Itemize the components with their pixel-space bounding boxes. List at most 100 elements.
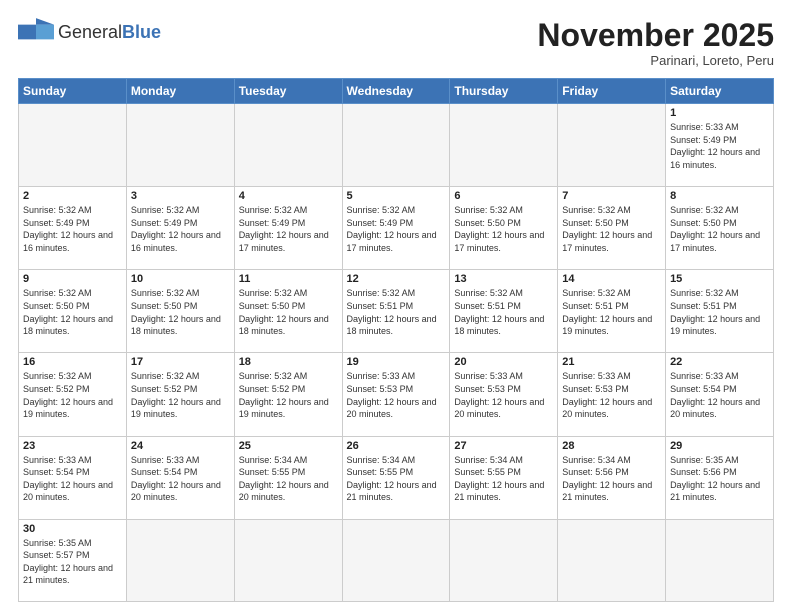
calendar-cell	[234, 104, 342, 187]
calendar-cell	[558, 104, 666, 187]
day-number: 6	[454, 190, 553, 202]
day-number: 14	[562, 273, 661, 285]
week-row-2: 2 Sunrise: 5:32 AM Sunset: 5:49 PM Daylig…	[19, 187, 774, 270]
day-info: Sunrise: 5:32 AM Sunset: 5:51 PM Dayligh…	[670, 287, 769, 337]
calendar-cell: 4Sunrise: 5:32 AM Sunset: 5:49 PM Daylig…	[234, 187, 342, 270]
weekday-header-saturday: Saturday	[666, 79, 774, 104]
day-number: 9	[23, 273, 122, 285]
day-number: 17	[131, 356, 230, 368]
day-number: 30	[23, 523, 122, 535]
calendar-cell: 21 Sunrise: 5:33 AM Sunset: 5:53 PM Dayli…	[558, 353, 666, 436]
day-info: Sunrise: 5:32 AM Sunset: 5:52 PM Dayligh…	[239, 370, 338, 420]
calendar-cell: 25 Sunrise: 5:34 AM Sunset: 5:55 PM Dayli…	[234, 436, 342, 519]
day-info: Sunrise: 5:34 AM Sunset: 5:55 PM Dayligh…	[454, 454, 553, 504]
day-info: Sunrise: 5:32 AM Sunset: 5:50 PM Dayligh…	[562, 204, 661, 254]
day-info: Sunrise: 5:32 AM Sunset: 5:49 PM Dayligh…	[131, 204, 230, 254]
day-info: Sunrise: 5:32 AM Sunset: 5:51 PM Dayligh…	[347, 287, 446, 337]
logo-text: GeneralBlue	[58, 22, 161, 43]
day-number: 5	[347, 190, 446, 202]
day-info: Sunrise: 5:32 AM Sunset: 5:51 PM Dayligh…	[562, 287, 661, 337]
calendar-cell: 30Sunrise: 5:35 AM Sunset: 5:57 PM Dayli…	[19, 519, 127, 601]
day-number: 1	[670, 107, 769, 119]
day-number: 24	[131, 440, 230, 452]
weekday-header-sunday: Sunday	[19, 79, 127, 104]
day-info: Sunrise: 5:32 AM Sunset: 5:52 PM Dayligh…	[23, 370, 122, 420]
day-number: 18	[239, 356, 338, 368]
day-info: Sunrise: 5:33 AM Sunset: 5:53 PM Dayligh…	[562, 370, 661, 420]
weekday-header-tuesday: Tuesday	[234, 79, 342, 104]
day-number: 20	[454, 356, 553, 368]
day-number: 28	[562, 440, 661, 452]
day-number: 7	[562, 190, 661, 202]
day-info: Sunrise: 5:32 AM Sunset: 5:51 PM Dayligh…	[454, 287, 553, 337]
day-info: Sunrise: 5:34 AM Sunset: 5:55 PM Dayligh…	[347, 454, 446, 504]
weekday-header-row: SundayMondayTuesdayWednesdayThursdayFrid…	[19, 79, 774, 104]
weekday-header-monday: Monday	[126, 79, 234, 104]
calendar-cell: 16 Sunrise: 5:32 AM Sunset: 5:52 PM Dayli…	[19, 353, 127, 436]
day-info: Sunrise: 5:34 AM Sunset: 5:55 PM Dayligh…	[239, 454, 338, 504]
calendar-cell: 2Sunrise: 5:32 AM Sunset: 5:49 PM Daylig…	[19, 187, 127, 270]
calendar-cell: 22Sunrise: 5:33 AM Sunset: 5:54 PM Dayli…	[666, 353, 774, 436]
calendar-cell: 24 Sunrise: 5:33 AM Sunset: 5:54 PM Dayli…	[126, 436, 234, 519]
calendar-cell	[126, 519, 234, 601]
day-number: 29	[670, 440, 769, 452]
day-info: Sunrise: 5:32 AM Sunset: 5:50 PM Dayligh…	[454, 204, 553, 254]
week-row-1: 1Sunrise: 5:33 AM Sunset: 5:49 PM Daylig…	[19, 104, 774, 187]
day-number: 23	[23, 440, 122, 452]
weekday-header-friday: Friday	[558, 79, 666, 104]
calendar-cell: 1Sunrise: 5:33 AM Sunset: 5:49 PM Daylig…	[666, 104, 774, 187]
day-number: 13	[454, 273, 553, 285]
calendar-cell: 15 Sunrise: 5:32 AM Sunset: 5:51 PM Dayli…	[666, 270, 774, 353]
day-info: Sunrise: 5:32 AM Sunset: 5:49 PM Dayligh…	[239, 204, 338, 254]
day-number: 27	[454, 440, 553, 452]
calendar-cell: 14 Sunrise: 5:32 AM Sunset: 5:51 PM Dayli…	[558, 270, 666, 353]
day-number: 15	[670, 273, 769, 285]
day-info: Sunrise: 5:33 AM Sunset: 5:53 PM Dayligh…	[454, 370, 553, 420]
day-info: Sunrise: 5:34 AM Sunset: 5:56 PM Dayligh…	[562, 454, 661, 504]
day-number: 16	[23, 356, 122, 368]
day-number: 21	[562, 356, 661, 368]
calendar-cell: 12 Sunrise: 5:32 AM Sunset: 5:51 PM Dayli…	[342, 270, 450, 353]
calendar-cell: 23Sunrise: 5:33 AM Sunset: 5:54 PM Dayli…	[19, 436, 127, 519]
calendar-cell	[126, 104, 234, 187]
calendar-cell: 19Sunrise: 5:33 AM Sunset: 5:53 PM Dayli…	[342, 353, 450, 436]
location-subtitle: Parinari, Loreto, Peru	[537, 53, 774, 68]
day-number: 12	[347, 273, 446, 285]
day-info: Sunrise: 5:32 AM Sunset: 5:50 PM Dayligh…	[670, 204, 769, 254]
calendar-cell	[666, 519, 774, 601]
calendar-cell: 13 Sunrise: 5:32 AM Sunset: 5:51 PM Dayli…	[450, 270, 558, 353]
day-number: 2	[23, 190, 122, 202]
calendar-cell	[234, 519, 342, 601]
day-number: 26	[347, 440, 446, 452]
day-number: 22	[670, 356, 769, 368]
calendar-table: SundayMondayTuesdayWednesdayThursdayFrid…	[18, 78, 774, 602]
day-info: Sunrise: 5:32 AM Sunset: 5:50 PM Dayligh…	[239, 287, 338, 337]
calendar-cell	[450, 104, 558, 187]
calendar-cell	[450, 519, 558, 601]
day-info: Sunrise: 5:33 AM Sunset: 5:53 PM Dayligh…	[347, 370, 446, 420]
calendar-cell: 18 Sunrise: 5:32 AM Sunset: 5:52 PM Dayli…	[234, 353, 342, 436]
day-info: Sunrise: 5:32 AM Sunset: 5:52 PM Dayligh…	[131, 370, 230, 420]
week-row-3: 9 Sunrise: 5:32 AM Sunset: 5:50 PM Daylig…	[19, 270, 774, 353]
week-row-6: 30Sunrise: 5:35 AM Sunset: 5:57 PM Dayli…	[19, 519, 774, 601]
calendar-cell: 9 Sunrise: 5:32 AM Sunset: 5:50 PM Daylig…	[19, 270, 127, 353]
calendar-cell: 28 Sunrise: 5:34 AM Sunset: 5:56 PM Dayli…	[558, 436, 666, 519]
calendar-cell	[19, 104, 127, 187]
day-info: Sunrise: 5:33 AM Sunset: 5:54 PM Dayligh…	[131, 454, 230, 504]
calendar-cell: 6 Sunrise: 5:32 AM Sunset: 5:50 PM Daylig…	[450, 187, 558, 270]
calendar-cell: 27 Sunrise: 5:34 AM Sunset: 5:55 PM Dayli…	[450, 436, 558, 519]
day-number: 11	[239, 273, 338, 285]
day-number: 10	[131, 273, 230, 285]
calendar-cell: 29Sunrise: 5:35 AM Sunset: 5:56 PM Dayli…	[666, 436, 774, 519]
page: GeneralBlue November 2025 Parinari, Lore…	[0, 0, 792, 612]
day-info: Sunrise: 5:32 AM Sunset: 5:50 PM Dayligh…	[131, 287, 230, 337]
calendar-cell: 5Sunrise: 5:32 AM Sunset: 5:49 PM Daylig…	[342, 187, 450, 270]
calendar-cell	[558, 519, 666, 601]
calendar-cell: 8Sunrise: 5:32 AM Sunset: 5:50 PM Daylig…	[666, 187, 774, 270]
header: GeneralBlue November 2025 Parinari, Lore…	[18, 18, 774, 68]
weekday-header-wednesday: Wednesday	[342, 79, 450, 104]
day-info: Sunrise: 5:32 AM Sunset: 5:50 PM Dayligh…	[23, 287, 122, 337]
week-row-5: 23 Sunrise: 5:33 AM Sunset: 5:54 PM Dayli…	[19, 436, 774, 519]
day-number: 25	[239, 440, 338, 452]
calendar-cell: 3Sunrise: 5:32 AM Sunset: 5:49 PM Daylig…	[126, 187, 234, 270]
